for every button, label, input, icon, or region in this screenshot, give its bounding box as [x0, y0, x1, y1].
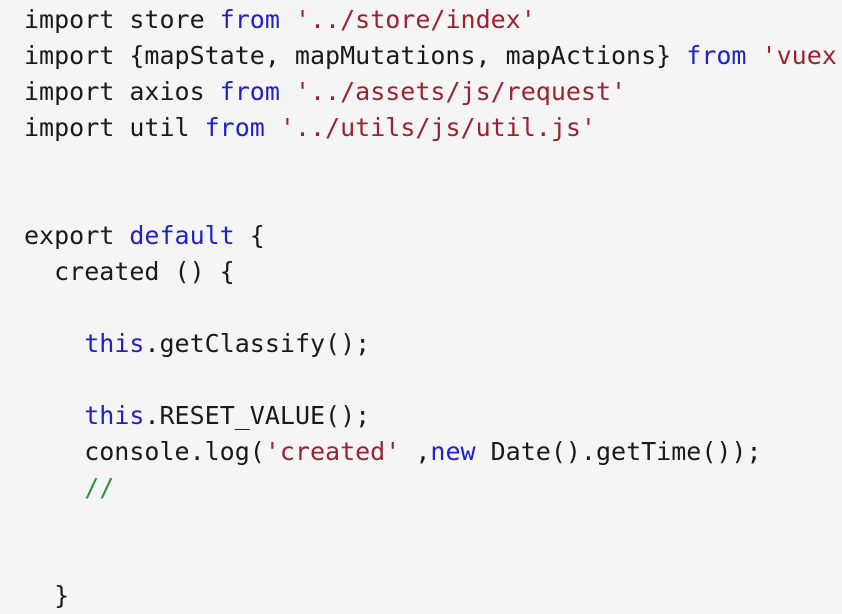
code-line: } — [24, 578, 842, 614]
code-token-plain: created () { — [24, 257, 235, 286]
code-line: import store from '../store/index' — [24, 2, 842, 38]
code-token-string: 'vuex' — [761, 41, 842, 70]
code-token-string: '../utils/js/util.js' — [279, 113, 596, 142]
code-token-plain: } — [24, 581, 70, 610]
code-line: import axios from '../assets/js/request' — [24, 74, 842, 110]
code-line: this.getClassify(); — [24, 326, 842, 362]
code-token-plain: console.log( — [24, 437, 265, 466]
code-token-plain: .getClassify(); — [144, 329, 371, 358]
code-token-string: '../store/index' — [294, 5, 536, 34]
code-token-plain: { — [234, 221, 265, 250]
code-viewer[interactable]: import store from '../store/index' impor… — [0, 0, 842, 610]
code-token-plain: Date().getTime()); — [475, 437, 762, 466]
code-line: this.RESET_VALUE(); — [24, 398, 842, 434]
code-line: console.log('created' ,new Date().getTim… — [24, 434, 842, 470]
code-line: import util from '../utils/js/util.js' — [24, 110, 842, 146]
code-token-keyword: this — [84, 401, 145, 430]
code-content[interactable]: import store from '../store/index' impor… — [0, 0, 842, 614]
code-token-plain: export — [24, 221, 130, 250]
code-token-keyword: default — [129, 221, 235, 250]
code-token-keyword: from — [686, 41, 747, 70]
code-line: created () { — [24, 254, 842, 290]
code-token-keyword: from — [219, 5, 280, 34]
code-token-keyword: new — [430, 437, 476, 466]
code-token-string: 'created' — [264, 437, 401, 466]
code-token-keyword: this — [84, 329, 145, 358]
code-token-comment: // — [84, 473, 115, 502]
code-line: // — [24, 470, 842, 506]
code-token-plain: import axios — [24, 77, 220, 106]
code-token-keyword: from — [219, 77, 280, 106]
code-token-plain: import util — [24, 113, 205, 142]
code-token-plain: .RESET_VALUE(); — [144, 401, 371, 430]
code-token-plain: import {mapState, mapMutations, mapActio… — [24, 41, 687, 70]
code-token-plain: , — [400, 437, 431, 466]
code-line: import {mapState, mapMutations, mapActio… — [24, 38, 842, 74]
code-line: export default { — [24, 218, 842, 254]
code-token-plain: import store — [24, 5, 220, 34]
code-token-keyword: from — [204, 113, 265, 142]
code-token-string: '../assets/js/request' — [294, 77, 627, 106]
